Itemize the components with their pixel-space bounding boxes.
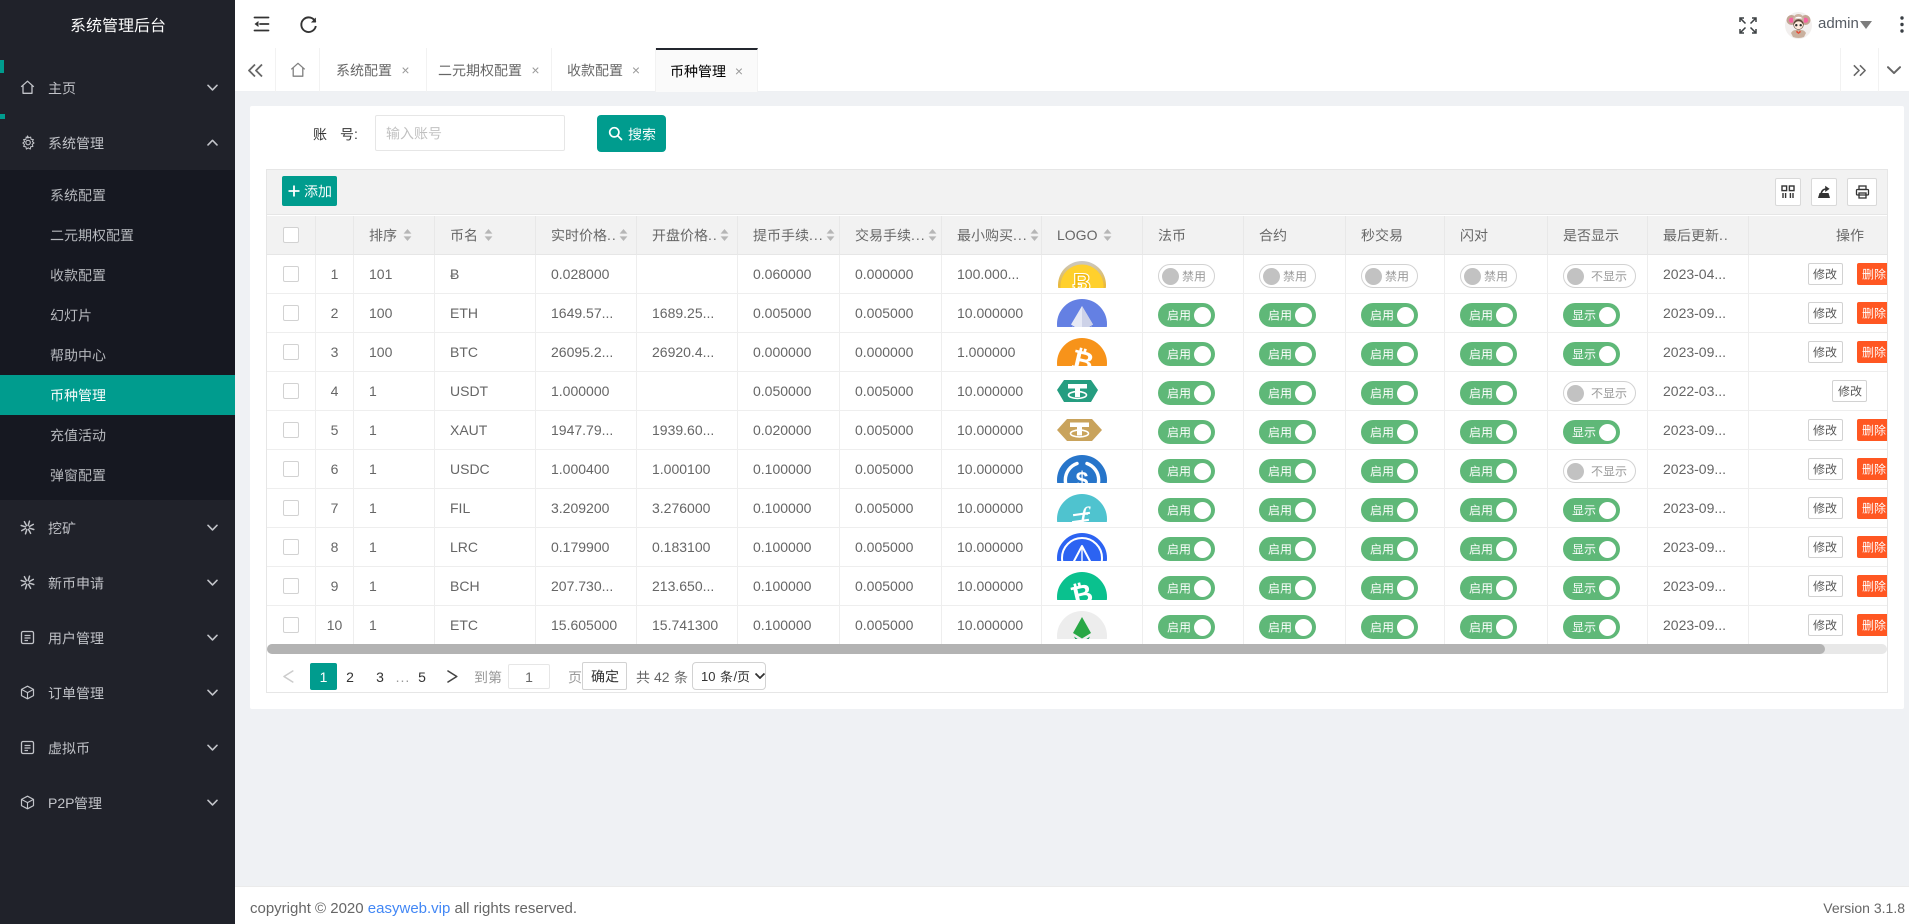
svg-text:$: $ (1076, 467, 1089, 483)
svg-text:Ƀ: Ƀ (1073, 269, 1091, 288)
